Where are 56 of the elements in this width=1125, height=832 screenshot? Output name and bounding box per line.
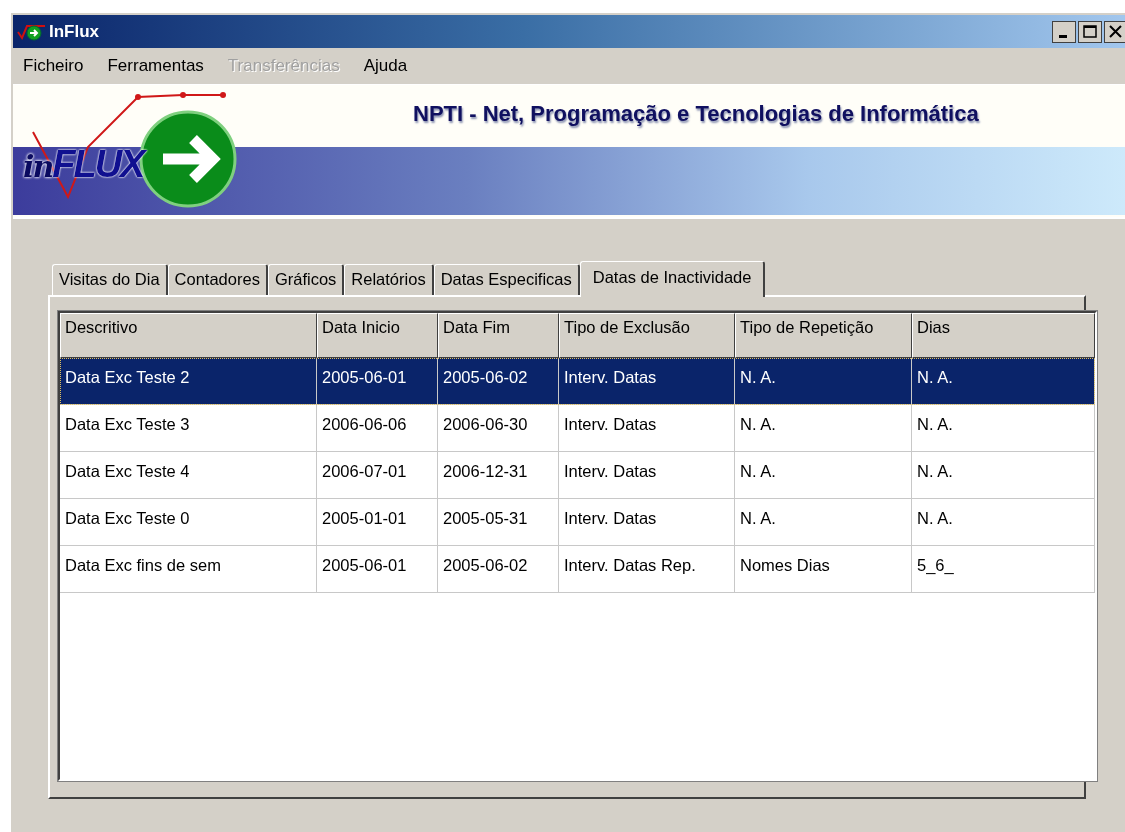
table-cell: Interv. Datas [559,405,735,452]
column-header[interactable]: Descritivo [60,313,317,358]
tab[interactable]: Relatórios [344,264,434,295]
table-cell: N. A. [912,452,1095,499]
table-cell: Data Exc Teste 4 [60,452,317,499]
table-cell: 2006-07-01 [317,452,438,499]
table-cell: Data Exc Teste 2 [60,358,317,405]
table-row[interactable]: Data Exc Teste 4 2006-07-01 2006-12-31 Interv. Datas N. A. N. A. [60,452,1095,499]
table-cell: 2005-01-01 [317,499,438,546]
table-cell: Interv. Datas [559,452,735,499]
table-cell: 2006-06-06 [317,405,438,452]
table-cell: 2005-06-02 [438,546,559,593]
table-cell: 2005-06-01 [317,546,438,593]
table-cell: N. A. [912,405,1095,452]
table-cell: N. A. [735,405,912,452]
table-cell: 2005-06-01 [317,358,438,405]
menu-item[interactable]: Ferramentas [107,56,216,76]
table-cell: Data Exc fins de sem [60,546,317,593]
table-row[interactable]: Data Exc fins de sem 2005-06-01 2005-06-02 Interv. Datas Rep. Nomes Dias 5_6_ [60,546,1095,593]
table-cell: N. A. [912,358,1095,405]
close-icon[interactable] [1104,20,1125,43]
table-cell: 2006-06-30 [438,405,559,452]
table-cell: Nomes Dias [735,546,912,593]
table-cell: 2006-12-31 [438,452,559,499]
tab[interactable]: Datas de Inactividade [579,261,766,297]
table-cell: Interv. Datas Rep. [559,546,735,593]
tab[interactable]: Gráficos [267,264,345,295]
column-header[interactable]: Tipo de Exclusão [559,313,735,358]
table-cell: N. A. [735,452,912,499]
tab[interactable]: Visitas do Dia [52,264,168,295]
table-cell: Data Exc Teste 0 [60,499,317,546]
table-cell: 5_6_ [912,546,1095,593]
table-cell: 2005-06-02 [438,358,559,405]
menu-item[interactable]: Ficheiro [23,56,96,76]
table-cell: Data Exc Teste 3 [60,405,317,452]
tab[interactable]: Datas Especificas [433,264,580,295]
table-cell: N. A. [735,358,912,405]
column-header[interactable]: Data Inicio [317,313,438,358]
table-cell: N. A. [912,499,1095,546]
table-row[interactable]: Data Exc Teste 2 2005-06-01 2005-06-02 Interv. Datas N. A. N. A. [60,358,1095,405]
table-cell: Interv. Datas [559,499,735,546]
table-cell: Interv. Datas [559,358,735,405]
table-cell: 2005-05-31 [438,499,559,546]
app-icon [17,22,47,41]
column-header[interactable]: Dias [912,313,1095,358]
minimize-icon[interactable] [1052,20,1076,43]
table-row[interactable]: Data Exc Teste 0 2005-01-01 2005-05-31 Interv. Datas N. A. N. A. [60,499,1095,546]
tab[interactable]: Contadores [167,264,268,295]
table-cell: N. A. [735,499,912,546]
column-header[interactable]: Tipo de Repetição [735,313,912,358]
company-name: NPTI - Net, Programação e Tecnologias de Informática [413,101,979,128]
window-title: InFlux [49,21,100,42]
maximize-icon[interactable] [1078,20,1102,43]
menu-item[interactable]: Ajuda [363,56,420,76]
table-row[interactable]: Data Exc Teste 3 2006-06-06 2006-06-30 Interv. Datas N. A. N. A. [60,405,1095,452]
column-header[interactable]: Data Fim [438,313,559,358]
